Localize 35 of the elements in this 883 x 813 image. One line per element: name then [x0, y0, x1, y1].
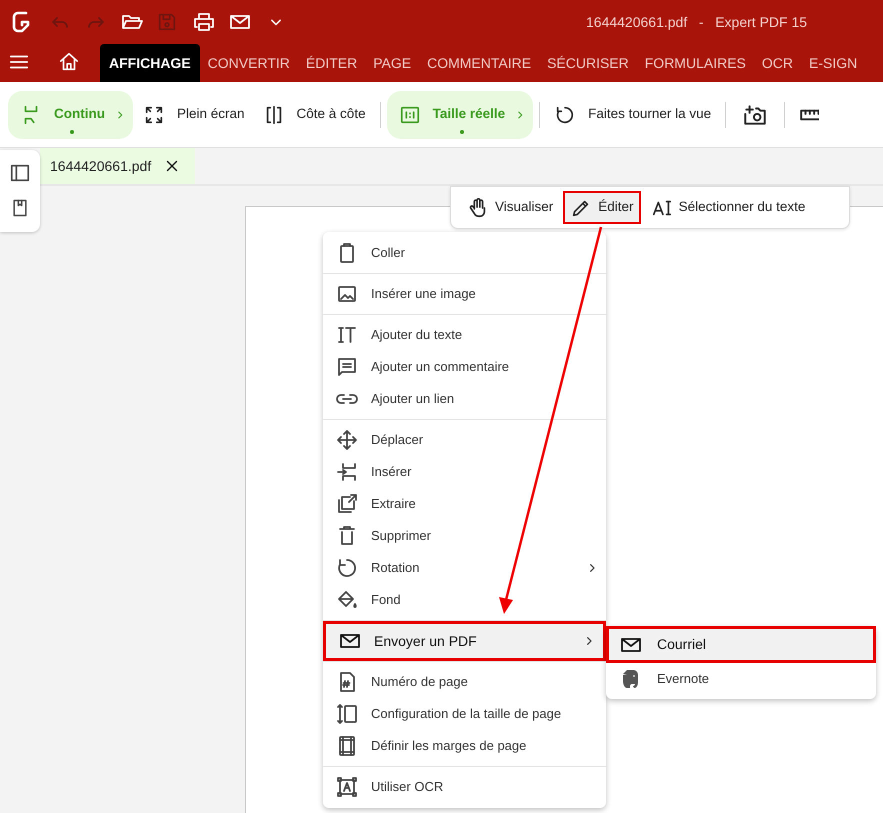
menu-item[interactable]: Extraire: [323, 488, 606, 520]
menu-item[interactable]: Insérer: [323, 456, 606, 488]
window-title: 1644420661.pdf - Expert PDF 15: [586, 12, 808, 32]
menu-item[interactable]: Rotation: [323, 552, 606, 584]
mode-button[interactable]: Sélectionner du texte: [648, 191, 808, 224]
menu-item[interactable]: Courriel: [606, 626, 876, 663]
ribbon-tab[interactable]: OCR: [754, 44, 801, 82]
menu-item[interactable]: Evernote: [606, 663, 876, 695]
toolbar-button[interactable]: Côte à côte: [254, 90, 374, 138]
menu-item[interactable]: Ajouter du texte: [323, 319, 606, 351]
menu-item[interactable]: Insérer une image: [323, 278, 606, 310]
menu-item[interactable]: Ajouter un lien: [323, 383, 606, 415]
menu-item[interactable]: Envoyer un PDF: [323, 621, 606, 661]
ribbon-tab[interactable]: SÉCURISER: [539, 44, 637, 82]
mode-button[interactable]: Visualiser: [465, 191, 556, 224]
ribbon-tab[interactable]: ÉDITER: [298, 44, 366, 82]
menu-item[interactable]: Ajouter un commentaire: [323, 351, 606, 383]
ribbon-tab[interactable]: FORMULAIRES: [636, 44, 754, 82]
menu-item[interactable]: Numéro de page: [323, 666, 606, 698]
menu-item[interactable]: Utiliser OCR: [323, 771, 606, 803]
ribbon-tab[interactable]: COMMENTAIRE: [419, 44, 540, 82]
toolbar-button[interactable]: Plein écran: [134, 90, 253, 138]
ribbon-tab[interactable]: AFFICHAGE: [100, 44, 200, 82]
menu-item[interactable]: Coller: [323, 237, 606, 269]
mode-button[interactable]: Éditer: [563, 191, 641, 224]
document-tab[interactable]: 1644420661.pdf: [40, 148, 195, 184]
menu-item[interactable]: Déplacer: [323, 424, 606, 456]
toolbar-button[interactable]: Faites tourner la vue: [546, 90, 720, 138]
menu-item[interactable]: Configuration de la taille de page: [323, 698, 606, 730]
menu-item[interactable]: Fond: [323, 584, 606, 616]
ribbon-tab[interactable]: E-SIGN: [801, 44, 866, 82]
menu-item[interactable]: Supprimer: [323, 520, 606, 552]
ribbon-tab[interactable]: PAGE: [365, 44, 420, 82]
menu-item[interactable]: Définir les marges de page: [323, 730, 606, 762]
ribbon-tab[interactable]: CONVERTIR: [200, 44, 298, 82]
